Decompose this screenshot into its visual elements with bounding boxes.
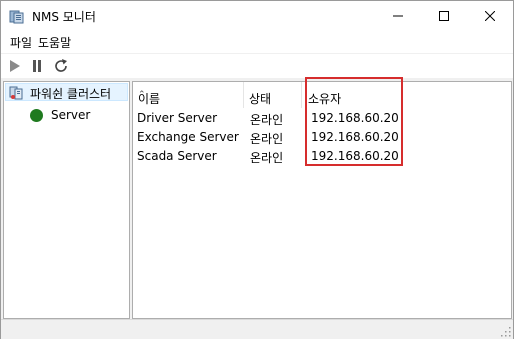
status-bar xyxy=(1,319,513,339)
pause-button[interactable] xyxy=(27,56,47,76)
maximize-icon xyxy=(439,11,449,21)
maximize-button[interactable] xyxy=(421,1,467,31)
minimize-button[interactable] xyxy=(375,1,421,31)
status-online-icon xyxy=(30,109,43,122)
column-header-status-label: 상태 xyxy=(249,92,272,106)
row-status: 온라인 xyxy=(250,132,284,146)
toolbar xyxy=(1,53,513,78)
refresh-icon xyxy=(55,59,67,72)
tree-view[interactable]: 파워쉰 클러스터 Server xyxy=(3,81,130,319)
row-status: 온라인 xyxy=(250,113,284,127)
minimize-icon xyxy=(393,15,403,17)
start-button[interactable] xyxy=(5,56,25,76)
menu-file[interactable]: 파일 xyxy=(8,34,34,51)
tree-item-cluster-label: 파워쉰 클러스터 xyxy=(30,87,112,101)
main-area: 파워쉰 클러스터 Server ⌃ 이름 상태 소유자 Driver Serve… xyxy=(1,78,513,319)
row-name: Scada Server xyxy=(137,149,217,163)
close-button[interactable] xyxy=(467,1,513,31)
tree-item-server-label: Server xyxy=(51,108,91,122)
row-name: Driver Server xyxy=(137,111,218,125)
window-title: NMS 모니터 xyxy=(32,10,96,24)
column-header-name-label: 이름 xyxy=(138,92,161,106)
owner-column-highlight xyxy=(305,77,403,166)
row-status: 온라인 xyxy=(250,151,284,165)
play-icon xyxy=(10,60,20,72)
menu-bar: 파일 도움말 xyxy=(1,31,513,53)
row-name: Exchange Server xyxy=(137,130,239,144)
tree-item-server[interactable]: Server xyxy=(28,106,128,124)
app-icon xyxy=(9,10,24,24)
cluster-icon xyxy=(9,86,23,100)
tree-item-cluster[interactable]: 파워쉰 클러스터 xyxy=(5,83,128,101)
column-header-name[interactable]: ⌃ 이름 xyxy=(133,82,244,108)
column-header-status[interactable]: 상태 xyxy=(244,82,302,108)
resize-grip-icon[interactable] xyxy=(501,327,511,337)
refresh-button[interactable] xyxy=(51,56,71,76)
title-bar[interactable]: NMS 모니터 xyxy=(1,1,513,31)
pause-icon xyxy=(33,60,41,72)
main-window: NMS 모니터 파일 도움말 파워쉰 클러스터 Server ⌃ 이름 상태 소… xyxy=(0,0,514,339)
menu-help[interactable]: 도움말 xyxy=(36,34,73,51)
close-icon xyxy=(485,11,495,21)
